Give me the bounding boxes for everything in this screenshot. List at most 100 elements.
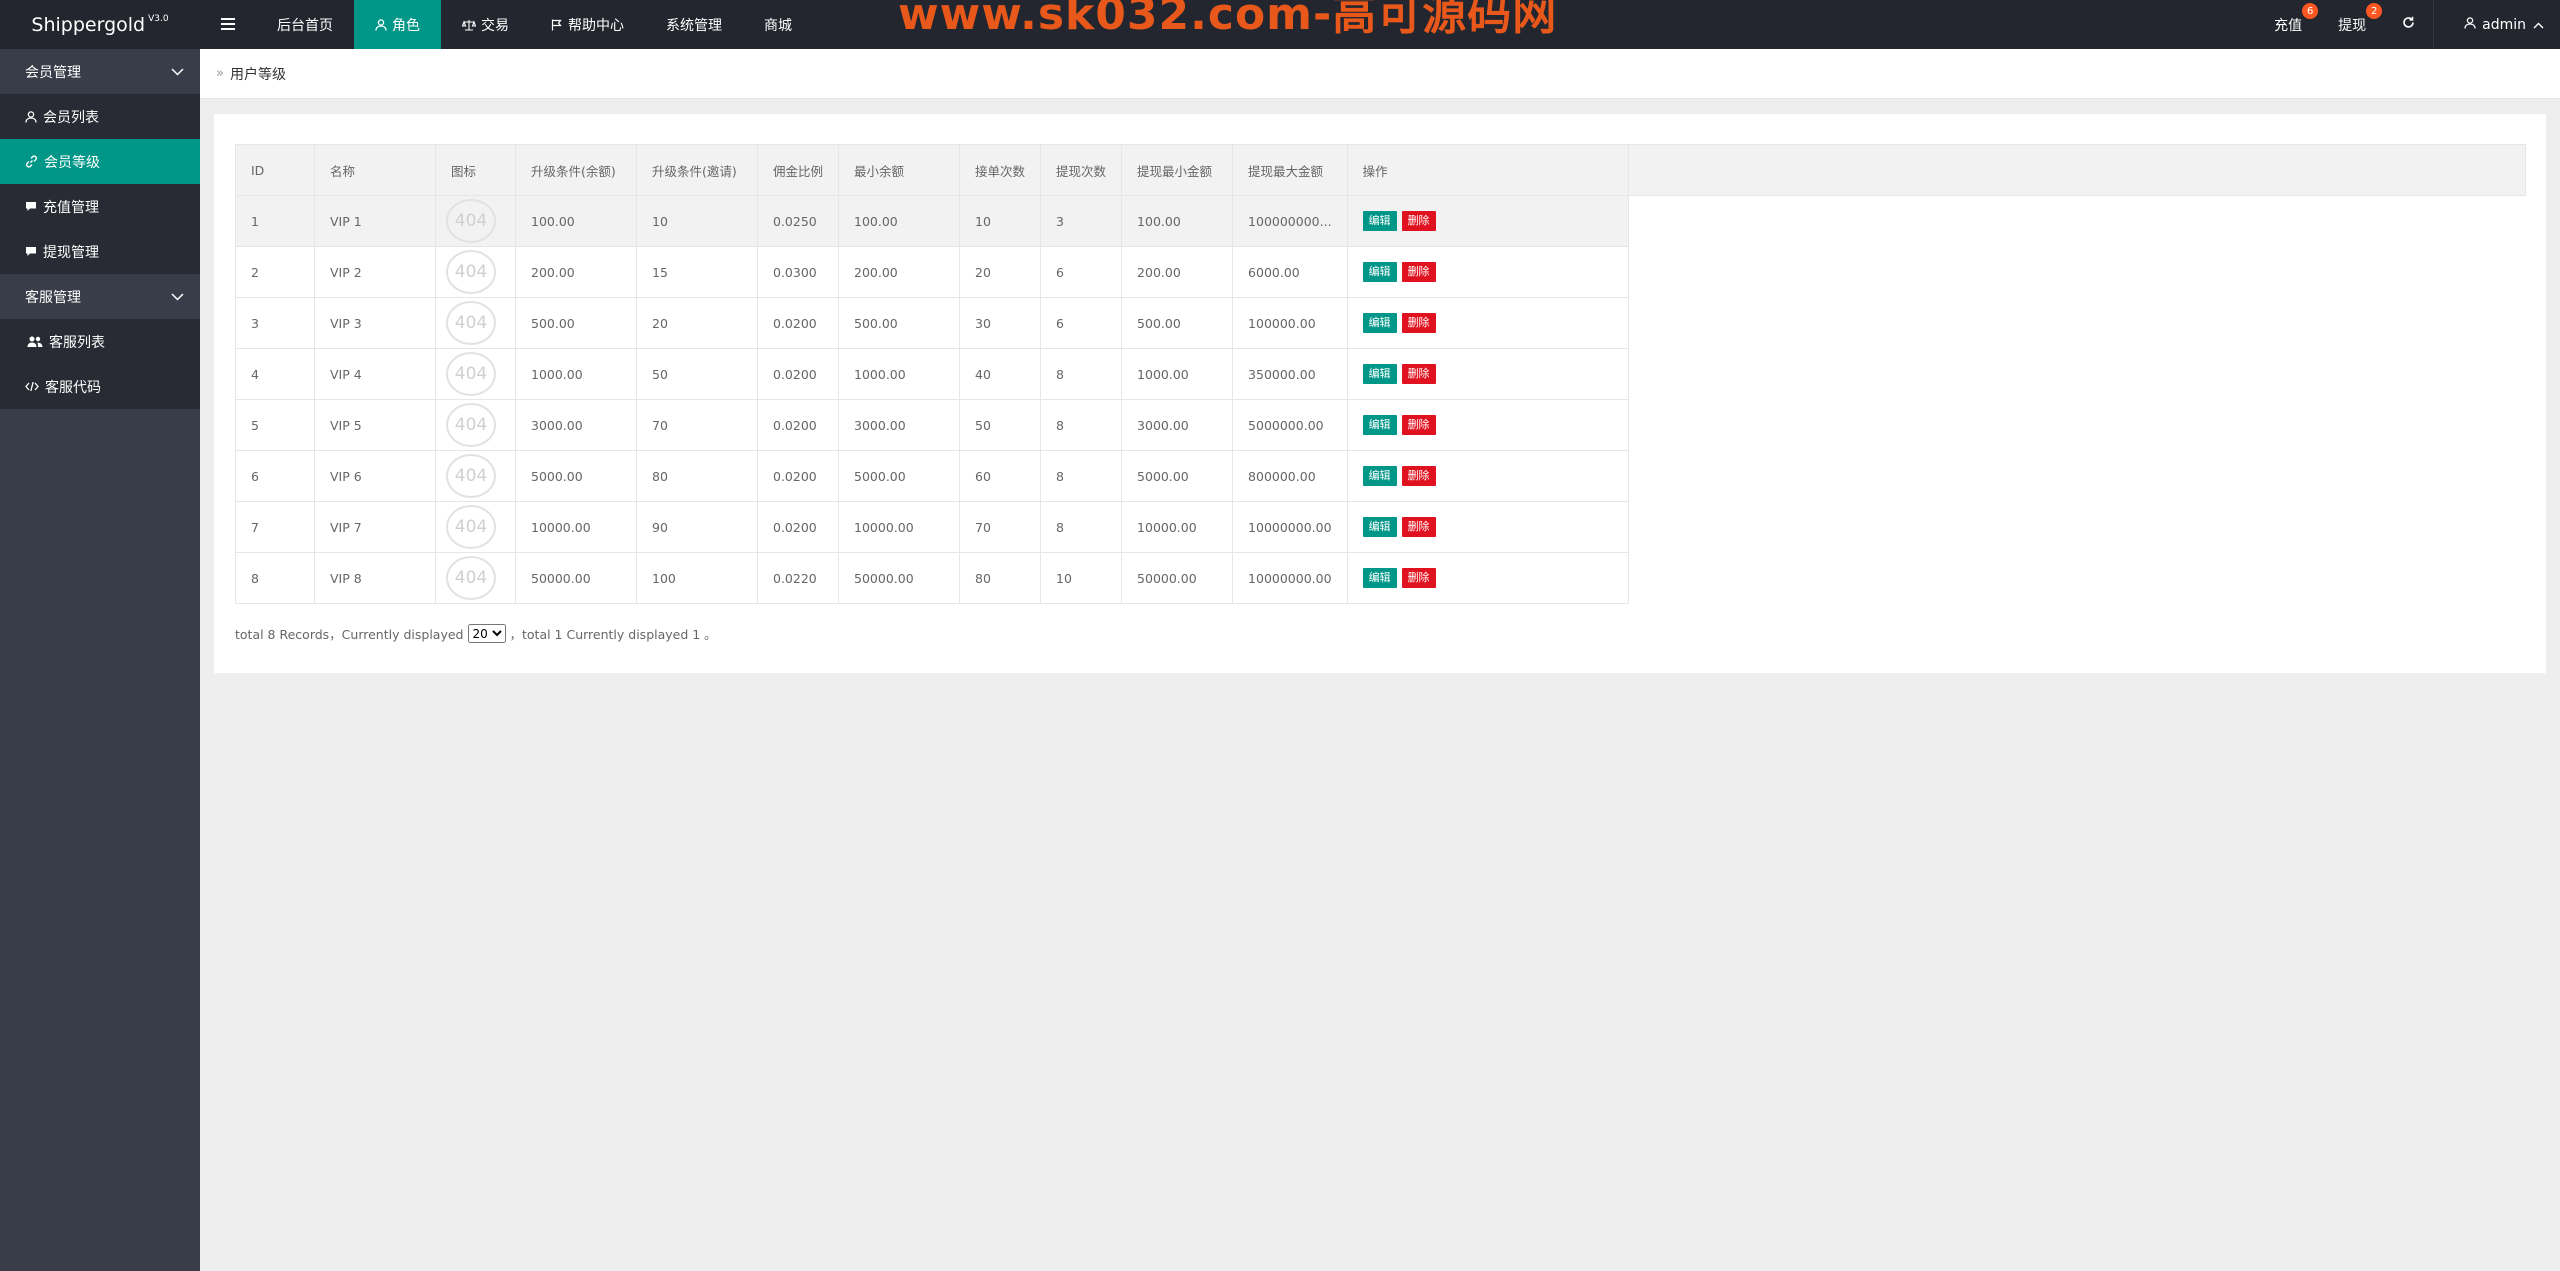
cell-withdraw-times: 8 [1040,501,1123,553]
sidebar-item-service-list[interactable]: 客服列表 [0,319,200,364]
cell-commission: 0.0220 [756,552,840,604]
cell-id: 8 [235,552,315,604]
cell-icon: 404 [435,450,516,502]
page-size-select[interactable]: 20 [467,624,506,643]
cell-id: 4 [235,348,315,400]
cell-upgrade-balance: 50000.00 [515,552,637,604]
edit-button[interactable]: 编辑 [1362,262,1397,282]
recharge-link[interactable]: 充值 6 [2256,0,2320,49]
edit-button[interactable]: 编辑 [1362,415,1397,435]
cell-withdraw-min: 5000.00 [1121,450,1234,502]
chevron-down-icon [171,67,184,76]
col-min-balance: 最小余额 [838,144,961,196]
recharge-label: 充值 [2274,17,2303,34]
cell-upgrade-balance: 10000.00 [515,501,637,553]
nav-trade[interactable]: 交易 [441,0,530,49]
sidebar-item-recharge[interactable]: 充值管理 [0,184,200,229]
table-row: 2 VIP 2 404 200.00 15 0.0300 200.00 20 6… [235,246,2526,298]
sidebar-item-member-level[interactable]: 会员等级 [0,139,200,184]
user-icon [2464,16,2476,33]
edit-button[interactable]: 编辑 [1362,313,1397,333]
cell-upgrade-invite: 50 [636,348,758,400]
col-filler [1627,144,2526,196]
cell-upgrade-invite: 10 [636,195,758,247]
chevron-down-icon [171,292,184,301]
sidebar-item-withdraw[interactable]: 提现管理 [0,229,200,274]
cell-name: VIP 5 [314,399,436,451]
cell-upgrade-balance: 5000.00 [515,450,637,502]
nav-dashboard[interactable]: 后台首页 [256,0,354,49]
col-withdraw-times: 提现次数 [1040,144,1123,196]
sidebar-group-members[interactable]: 会员管理 [0,49,200,94]
edit-button[interactable]: 编辑 [1362,466,1397,486]
delete-button[interactable]: 删除 [1401,517,1436,537]
refresh-icon [2402,16,2415,33]
cell-min-balance: 1000.00 [838,348,961,400]
cell-commission: 0.0300 [756,246,840,298]
menu-toggle-button[interactable] [200,0,256,49]
cell-commission: 0.0200 [756,399,840,451]
cell-actions: 编辑 删除 [1346,450,1629,502]
cell-filler [1628,552,2526,604]
cell-id: 6 [235,450,315,502]
cell-id: 3 [235,297,315,349]
cell-actions: 编辑 删除 [1346,399,1629,451]
edit-button[interactable]: 编辑 [1362,568,1397,588]
nav-mall[interactable]: 商城 [743,0,813,49]
chevron-up-icon [2533,18,2544,32]
cell-withdraw-min: 100.00 [1121,195,1234,247]
app-logo[interactable]: Shippergold V3.0 [0,0,200,49]
col-withdraw-max: 提现最大金额 [1232,144,1348,196]
delete-button[interactable]: 删除 [1401,211,1436,231]
edit-button[interactable]: 编辑 [1362,364,1397,384]
sidebar-item-label: 客服代码 [45,379,101,396]
broken-image-icon: 404 [446,199,496,243]
cell-min-balance: 200.00 [838,246,961,298]
edit-button[interactable]: 编辑 [1362,517,1397,537]
cell-withdraw-max: 800000.00 [1232,450,1348,502]
delete-button[interactable]: 删除 [1401,466,1436,486]
cell-withdraw-min: 500.00 [1121,297,1234,349]
image-placeholder-text: 404 [454,568,488,588]
delete-button[interactable]: 删除 [1401,364,1436,384]
nav-help[interactable]: 帮助中心 [530,0,645,49]
delete-button[interactable]: 删除 [1401,415,1436,435]
col-upgrade-invite: 升级条件(邀请) [636,144,758,196]
cell-name: VIP 6 [314,450,436,502]
image-placeholder-text: 404 [454,211,488,231]
cell-filler [1628,399,2526,451]
delete-button[interactable]: 删除 [1401,313,1436,333]
nav-role[interactable]: 角色 [354,0,441,49]
delete-button[interactable]: 删除 [1401,568,1436,588]
col-withdraw-min: 提现最小金额 [1121,144,1234,196]
pager-prefix: total 8 Records，Currently displayed [235,627,464,642]
user-menu[interactable]: admin [2433,0,2560,49]
nav-label: 商城 [764,17,792,34]
cell-withdraw-max: 350000.00 [1232,348,1348,400]
cell-upgrade-balance: 3000.00 [515,399,637,451]
refresh-button[interactable] [2384,0,2433,49]
nav-system[interactable]: 系统管理 [645,0,743,49]
col-icon: 图标 [435,144,516,196]
image-placeholder-text: 404 [454,466,488,486]
broken-image-icon: 404 [446,403,496,447]
cell-upgrade-invite: 80 [636,450,758,502]
cell-min-balance: 100.00 [838,195,961,247]
delete-button[interactable]: 删除 [1401,262,1436,282]
sidebar-item-member-list[interactable]: 会员列表 [0,94,200,139]
sidebar-group-service[interactable]: 客服管理 [0,274,200,319]
edit-button[interactable]: 编辑 [1362,211,1397,231]
cell-orders: 50 [959,399,1042,451]
withdraw-link[interactable]: 提现 2 [2320,0,2384,49]
cell-orders: 70 [959,501,1042,553]
table-row: 7 VIP 7 404 10000.00 90 0.0200 10000.00 … [235,501,2526,553]
nav-label: 交易 [481,17,509,34]
sidebar-item-service-code[interactable]: 客服代码 [0,364,200,409]
col-actions: 操作 [1346,144,1629,196]
table-row: 8 VIP 8 404 50000.00 100 0.0220 50000.00… [235,552,2526,604]
cell-actions: 编辑 删除 [1346,552,1629,604]
menu-icon [221,14,235,35]
sidebar-item-label: 提现管理 [43,244,99,261]
withdraw-badge: 2 [2366,3,2383,19]
sidebar-item-label: 客服列表 [49,334,105,351]
